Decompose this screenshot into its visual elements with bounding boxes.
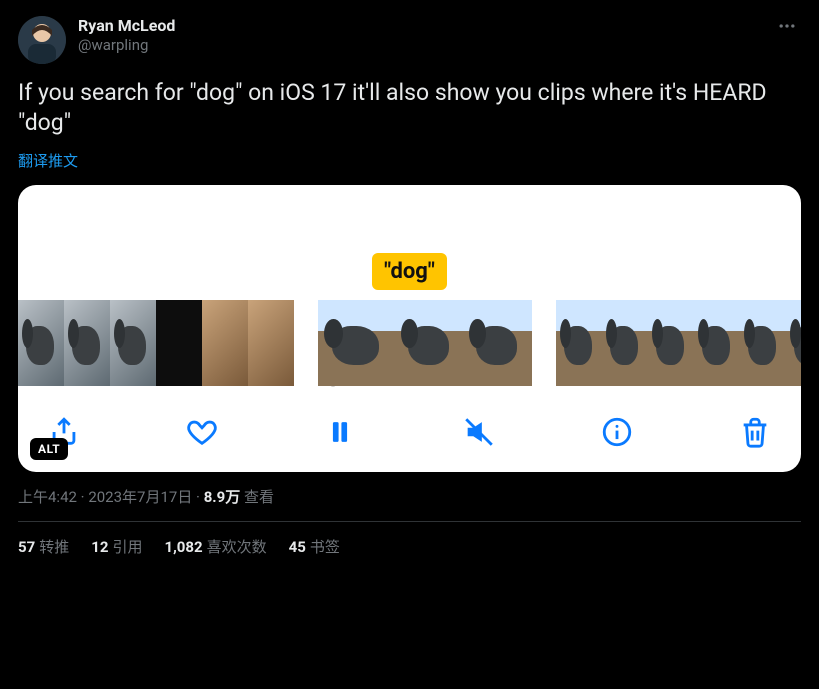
clip-group-3: [556, 300, 801, 386]
video-thumb[interactable]: [396, 300, 464, 386]
author-handle: @warpling: [78, 36, 175, 55]
avatar[interactable]: [18, 16, 66, 64]
video-thumb[interactable]: [740, 300, 786, 386]
timeline[interactable]: [18, 300, 801, 394]
trash-icon[interactable]: [737, 414, 773, 450]
author-block[interactable]: Ryan McLeod @warpling: [78, 16, 175, 55]
video-thumb[interactable]: [648, 300, 694, 386]
tweet-date[interactable]: 2023年7月17日: [88, 488, 192, 506]
alt-badge[interactable]: ALT: [30, 438, 68, 460]
mute-icon[interactable]: [461, 414, 497, 450]
tweet-time[interactable]: 上午4:42: [18, 488, 77, 506]
video-thumb[interactable]: [694, 300, 740, 386]
translate-link[interactable]: 翻译推文: [18, 150, 78, 171]
author-name: Ryan McLeod: [78, 16, 175, 36]
tweet-text: If you search for "dog" on iOS 17 it'll …: [18, 78, 801, 138]
tweet-meta: 上午4:42 2023年7月17日 8.9万 查看: [18, 486, 801, 507]
video-thumb[interactable]: [464, 300, 532, 386]
info-icon[interactable]: [599, 414, 635, 450]
video-thumb[interactable]: [110, 300, 156, 386]
pause-icon[interactable]: [322, 414, 358, 450]
retweets-stat[interactable]: 57转推: [18, 536, 69, 557]
clip-group-2: [318, 300, 532, 386]
heart-icon[interactable]: [184, 414, 220, 450]
video-thumb[interactable]: [248, 300, 294, 386]
likes-stat[interactable]: 1,082喜欢次数: [164, 536, 266, 557]
video-thumb[interactable]: [64, 300, 110, 386]
more-icon[interactable]: [777, 16, 797, 36]
tweet-container: Ryan McLeod @warpling If you search for …: [0, 0, 819, 573]
tweet-header: Ryan McLeod @warpling: [18, 16, 801, 64]
video-thumb[interactable]: [318, 300, 396, 386]
stats-row: 57转推 12引用 1,082喜欢次数 45书签: [18, 536, 801, 557]
media-card[interactable]: "dog": [18, 185, 801, 472]
video-thumb[interactable]: [156, 300, 202, 386]
bookmarks-stat[interactable]: 45书签: [289, 536, 340, 557]
quotes-stat[interactable]: 12引用: [91, 536, 142, 557]
views-count: 8.9万: [204, 488, 241, 506]
media-toolbar: [18, 394, 801, 472]
video-thumb[interactable]: [18, 300, 64, 386]
caption-highlight: "dog": [372, 253, 447, 290]
divider: [18, 521, 801, 522]
video-thumb[interactable]: [202, 300, 248, 386]
media-inner: "dog": [18, 185, 801, 472]
video-thumb[interactable]: [786, 300, 801, 386]
views-label: 查看: [244, 488, 274, 506]
video-thumb[interactable]: [602, 300, 648, 386]
clip-group-1: [18, 300, 294, 386]
video-thumb[interactable]: [556, 300, 602, 386]
